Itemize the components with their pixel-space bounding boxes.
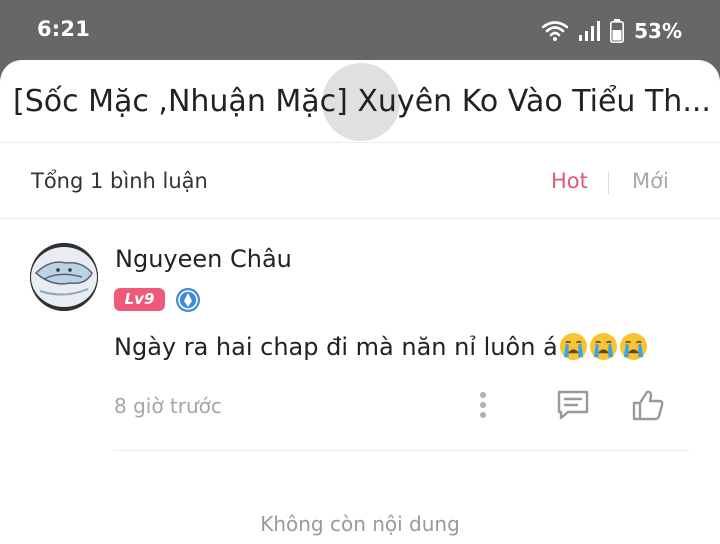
comment-text: Ngày ra hai chap đi mà năn nỉ luôn á	[114, 332, 648, 361]
comment-username[interactable]: Nguyeen Châu	[115, 245, 292, 273]
sort-separator	[608, 172, 609, 194]
divider	[113, 450, 690, 451]
sort-hot-tab[interactable]: Hot	[551, 169, 588, 193]
post-title: [Sốc Mặc ,Nhuận Mặc] Xuyên Ko Vào Tiểu T…	[13, 84, 711, 119]
battery-percent: 53%	[634, 19, 682, 43]
crying-face-icon	[589, 332, 617, 361]
comments-sheet: [Sốc Mặc ,Nhuận Mặc] Xuyên Ko Vào Tiểu T…	[0, 60, 720, 544]
status-time: 6:21	[37, 17, 91, 41]
level-badge: Lv9	[114, 288, 165, 311]
like-icon[interactable]	[631, 388, 665, 422]
end-of-list-message: Không còn nội dung	[260, 512, 460, 536]
wifi-icon	[542, 21, 569, 41]
more-options-icon[interactable]	[472, 390, 494, 420]
status-bar: 6:21 53%	[0, 0, 720, 60]
divider	[0, 218, 720, 219]
avatar-image	[30, 243, 98, 311]
comment-body: Ngày ra hai chap đi mà năn nỉ luôn á	[114, 332, 558, 361]
divider	[0, 142, 720, 143]
crying-face-icon	[559, 332, 587, 361]
comment-count: Tổng 1 bình luận	[31, 169, 208, 193]
crying-face-icon	[619, 332, 647, 361]
signal-icon	[579, 21, 601, 41]
sort-new-tab[interactable]: Mới	[632, 169, 669, 193]
battery-icon	[610, 19, 625, 43]
reply-icon[interactable]	[556, 389, 590, 421]
medal-icon	[176, 288, 200, 312]
comments-header: Tổng 1 bình luận Hot Mới	[0, 144, 720, 218]
avatar[interactable]	[30, 243, 98, 311]
comment-timestamp: 8 giờ trước	[114, 394, 222, 418]
status-icons: 53%	[542, 17, 682, 45]
